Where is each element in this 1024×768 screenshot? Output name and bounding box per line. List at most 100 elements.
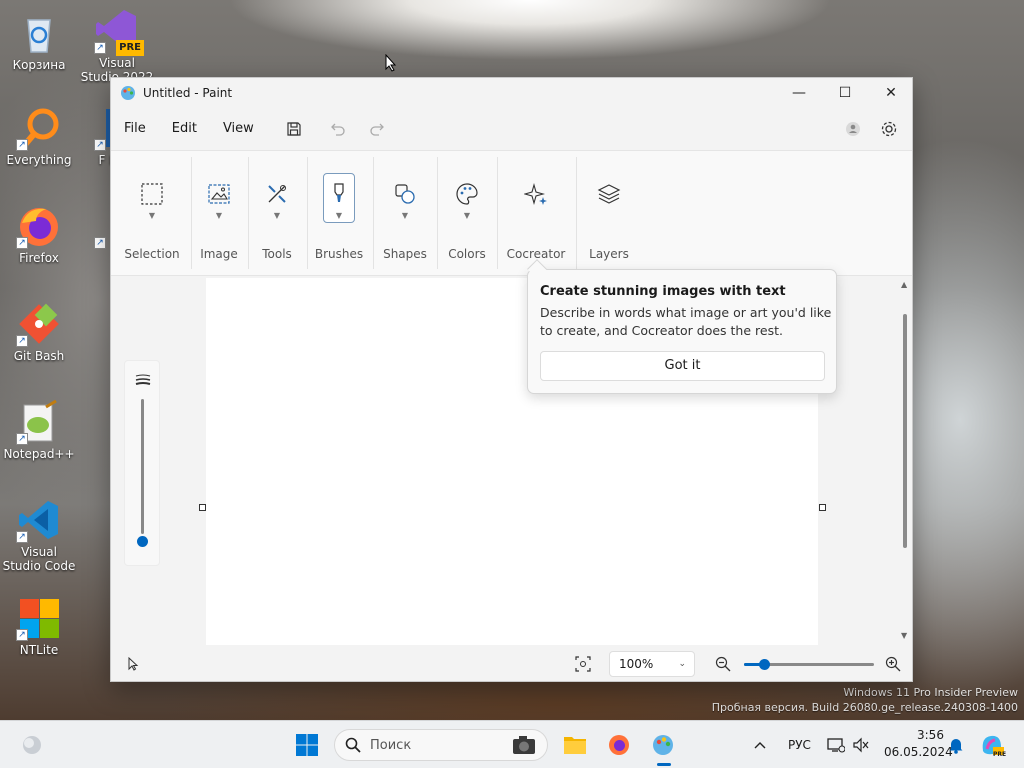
- menu-file[interactable]: File: [111, 114, 159, 144]
- ribbon-group-tools[interactable]: ▼ Tools: [255, 151, 299, 275]
- ribbon-group-image[interactable]: ▼ Image: [197, 151, 241, 275]
- taskbar-file-explorer[interactable]: [559, 729, 591, 761]
- menu-view[interactable]: View: [210, 114, 267, 144]
- save-button[interactable]: [279, 114, 309, 144]
- recycle-bin-icon: [16, 10, 62, 56]
- divider: [191, 157, 192, 269]
- zoom-in-button[interactable]: [885, 656, 901, 675]
- git-bash-icon: ↗: [16, 301, 62, 347]
- ribbon-group-layers[interactable]: Layers: [585, 151, 633, 275]
- taskbar-firefox[interactable]: [603, 729, 635, 761]
- chevron-down-icon: ▼: [273, 211, 281, 220]
- minimize-button[interactable]: —: [776, 78, 822, 108]
- widgets-button[interactable]: [16, 729, 48, 761]
- camera-search-icon: [511, 734, 537, 759]
- account-button[interactable]: [838, 114, 868, 144]
- desktop-icon-vscode[interactable]: ↗ Visual Studio Code: [2, 497, 76, 573]
- zoom-slider[interactable]: [744, 659, 874, 670]
- pointer-icon: [127, 656, 139, 674]
- ribbon-label-shapes: Shapes: [383, 247, 427, 261]
- ribbon-label-layers: Layers: [589, 247, 629, 261]
- title-bar[interactable]: Untitled - Paint — ☐ ✕: [111, 78, 912, 108]
- divider: [497, 157, 498, 269]
- desktop-icon-visual-studio-2022[interactable]: PRE ↗ Visual Studio 2022: [80, 8, 154, 84]
- resize-handle-right[interactable]: [819, 504, 826, 511]
- resize-handle-left[interactable]: [199, 504, 206, 511]
- image-icon: [204, 179, 234, 209]
- ribbon-group-colors[interactable]: ▼ Colors: [443, 151, 491, 275]
- taskbar: Поиск РУС 3:56 06.05.2024 PRE: [0, 720, 1024, 768]
- window-title: Untitled - Paint: [143, 86, 233, 100]
- settings-button[interactable]: [874, 114, 904, 144]
- sparkle-icon: [521, 179, 551, 209]
- notepad-plus-plus-icon: ↗: [16, 399, 62, 445]
- notifications-button[interactable]: [940, 729, 972, 761]
- desktop-icon-firefox[interactable]: ↗ Firefox: [2, 203, 76, 265]
- gear-icon: [881, 121, 897, 137]
- desktop-icon-label: Firefox: [19, 251, 59, 265]
- desktop-icon-everything[interactable]: ↗ Everything: [2, 105, 76, 167]
- volume-button[interactable]: [845, 729, 877, 761]
- brush-size-slider[interactable]: [124, 360, 160, 566]
- input-language[interactable]: РУС: [788, 738, 811, 752]
- search-placeholder: Поиск: [370, 738, 412, 753]
- got-it-button[interactable]: Got it: [540, 351, 825, 381]
- chevron-down-icon: ⌄: [678, 659, 686, 669]
- redo-button[interactable]: [362, 114, 392, 144]
- desktop-icon-label: NTLite: [19, 643, 59, 657]
- palette-icon: [452, 179, 482, 209]
- scroll-up-icon[interactable]: ▲: [901, 280, 907, 289]
- divider: [373, 157, 374, 269]
- search-icon: [345, 737, 361, 756]
- zoom-value: 100%: [619, 657, 654, 671]
- desktop-icon-git-bash[interactable]: ↗ Git Bash: [2, 301, 76, 363]
- ribbon-group-brushes[interactable]: ▼ Brushes: [314, 151, 364, 275]
- desktop-icon-notepad-plus-plus[interactable]: ↗ Notepad++: [2, 399, 76, 461]
- firefox-icon: ↗: [16, 203, 62, 249]
- chevron-up-icon: [754, 742, 766, 749]
- vertical-scrollbar[interactable]: ▲ ▼: [900, 278, 910, 645]
- desktop-icon-ntlite[interactable]: ↗ NTLite: [2, 595, 76, 657]
- ribbon-group-shapes[interactable]: ▼ Shapes: [381, 151, 429, 275]
- shortcut-arrow-icon: ↗: [94, 42, 106, 54]
- vscode-icon: ↗: [16, 497, 62, 543]
- scrollbar-thumb[interactable]: [903, 314, 907, 548]
- fit-to-window-button[interactable]: [575, 656, 591, 675]
- desktop-icon-recycle-bin[interactable]: Корзина: [2, 10, 76, 72]
- stroke-width-icon: [135, 374, 151, 389]
- slider-thumb[interactable]: [137, 536, 148, 547]
- shortcut-arrow-icon: ↗: [16, 433, 28, 445]
- shortcut-arrow-icon: ↗: [16, 139, 28, 151]
- menu-edit[interactable]: Edit: [159, 114, 210, 144]
- account-icon: [846, 122, 860, 136]
- ribbon-label-colors: Colors: [448, 247, 486, 261]
- divider: [576, 157, 577, 269]
- paint-app-icon: [120, 85, 136, 101]
- scroll-down-icon[interactable]: ▼: [901, 631, 907, 640]
- zoom-in-icon: [885, 656, 901, 672]
- undo-button[interactable]: [323, 114, 353, 144]
- zoom-out-icon: [715, 656, 731, 672]
- close-button[interactable]: ✕: [868, 78, 914, 108]
- taskbar-search-box[interactable]: Поиск: [334, 729, 548, 761]
- ribbon-label-image: Image: [200, 247, 238, 261]
- status-bar: 100% ⌄: [111, 646, 912, 682]
- ribbon-label-tools: Tools: [262, 247, 292, 261]
- ribbon-group-cocreator[interactable]: Cocreator: [503, 151, 569, 275]
- ribbon-group-selection[interactable]: ▼ Selection: [119, 151, 185, 275]
- maximize-button[interactable]: ☐: [822, 78, 868, 108]
- show-hidden-icons-button[interactable]: [744, 729, 776, 761]
- zoom-dropdown[interactable]: 100% ⌄: [609, 651, 695, 677]
- menu-bar: File Edit View: [111, 112, 912, 146]
- divider: [307, 157, 308, 269]
- taskbar-paint[interactable]: [647, 729, 679, 766]
- copilot-button[interactable]: PRE: [976, 729, 1008, 761]
- zoom-out-button[interactable]: [715, 656, 731, 675]
- zoom-slider-thumb[interactable]: [758, 659, 770, 670]
- undo-icon: [330, 123, 345, 136]
- layers-icon: [594, 179, 624, 209]
- divider: [437, 157, 438, 269]
- shortcut-arrow-icon: ↗: [16, 629, 28, 641]
- start-button[interactable]: [291, 729, 323, 761]
- desktop-icon-label: Корзина: [12, 58, 66, 72]
